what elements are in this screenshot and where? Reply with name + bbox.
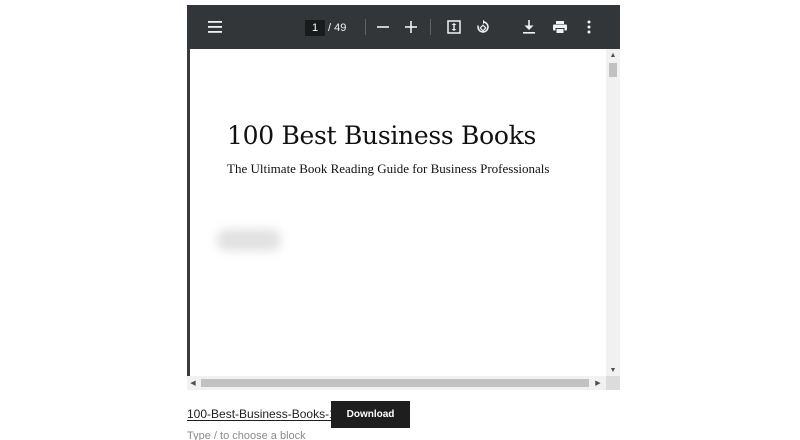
page-total: / 49	[328, 22, 347, 34]
vertical-scrollbar[interactable]: ▲ ▼	[606, 49, 620, 376]
plus-icon[interactable]	[402, 5, 420, 49]
download-icon[interactable]	[520, 5, 538, 49]
pdf-viewer: 1 / 49 100 Best Business Books The Ultim…	[187, 5, 620, 390]
current-page-input[interactable]: 1	[305, 20, 325, 36]
download-button[interactable]: Download	[331, 401, 410, 428]
document-title: 100 Best Business Books	[227, 121, 537, 150]
pdf-document-area[interactable]: 100 Best Business Books The Ultimate Boo…	[187, 49, 620, 390]
document-border	[187, 49, 190, 390]
scroll-left-arrow-icon[interactable]: ◀	[187, 376, 199, 390]
blurred-logo	[217, 229, 281, 251]
minus-icon[interactable]	[374, 5, 392, 49]
toolbar-divider	[365, 19, 366, 35]
scrollbar-corner	[606, 376, 620, 390]
rotate-icon[interactable]	[474, 5, 492, 49]
file-name-link[interactable]: 100-Best-Business-Books-1	[187, 407, 336, 421]
page: 1 / 49 100 Best Business Books The Ultim…	[0, 0, 800, 440]
more-vertical-icon[interactable]	[583, 5, 595, 49]
fit-to-page-icon[interactable]	[445, 5, 463, 49]
horizontal-scroll-thumb[interactable]	[201, 379, 589, 387]
vertical-scroll-thumb[interactable]	[609, 63, 617, 77]
block-placeholder[interactable]: Type / to choose a block	[187, 430, 306, 440]
scroll-up-arrow-icon[interactable]: ▲	[606, 49, 620, 61]
toolbar-divider	[430, 19, 431, 35]
horizontal-scrollbar[interactable]: ◀ ▶	[187, 376, 606, 390]
print-icon[interactable]	[551, 5, 569, 49]
hamburger-menu-icon[interactable]	[205, 5, 225, 49]
scroll-right-arrow-icon[interactable]: ▶	[592, 376, 604, 390]
pdf-toolbar: 1 / 49	[187, 5, 620, 49]
document-subtitle: The Ultimate Book Reading Guide for Busi…	[227, 161, 550, 176]
scroll-down-arrow-icon[interactable]: ▼	[606, 364, 620, 376]
